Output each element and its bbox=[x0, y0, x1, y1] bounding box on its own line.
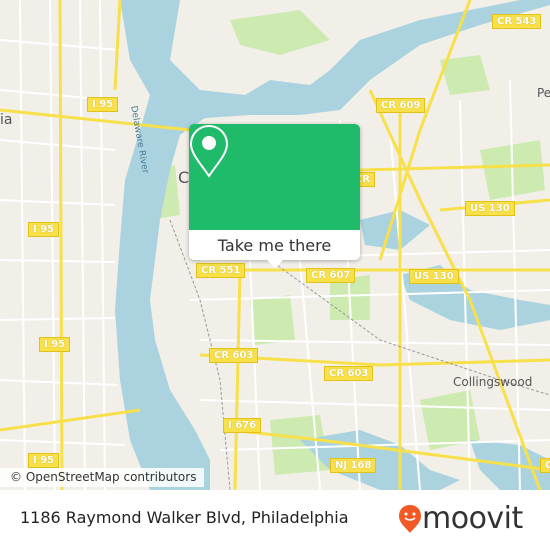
road-shield-us130: US 130 bbox=[409, 269, 459, 284]
road-shield-us130: US 130 bbox=[465, 201, 515, 216]
footer: 1186 Raymond Walker Blvd, Philadelphia m… bbox=[0, 490, 550, 550]
road-shield-cr551: CR 551 bbox=[196, 263, 246, 278]
take-me-there-button[interactable]: Take me there bbox=[189, 230, 360, 260]
popup-header bbox=[189, 124, 360, 230]
road-shield-i95: I 95 bbox=[87, 97, 119, 112]
place-camden: C bbox=[178, 168, 190, 187]
road-shield-cr607: CR 607 bbox=[306, 268, 356, 283]
place-partial: Pe bbox=[537, 86, 550, 100]
road-shield-i95: I 95 bbox=[28, 222, 60, 237]
map-attribution: © OpenStreetMap contributors bbox=[0, 468, 205, 487]
place-philadelphia: ia bbox=[0, 112, 13, 128]
road-shield-i95: I 95 bbox=[28, 453, 60, 468]
road-shield-i95: I 95 bbox=[39, 337, 71, 352]
location-pin-icon bbox=[189, 124, 229, 178]
map[interactable]: I 95 I 95 I 95 I 95 CR 543 CR 609 US 130… bbox=[0, 0, 550, 490]
popup-tail bbox=[267, 260, 283, 268]
moovit-logo[interactable]: moovit bbox=[398, 502, 523, 536]
place-collingswood: Collingswood bbox=[453, 375, 533, 389]
moovit-pin-icon bbox=[399, 505, 421, 533]
road-shield-i676: I 676 bbox=[223, 418, 262, 433]
road-shield-cr603: CR 603 bbox=[209, 348, 259, 363]
location-popup: Take me there bbox=[189, 124, 360, 268]
road-shield-cr543: CR 543 bbox=[492, 14, 542, 29]
road-shield-cr603: CR 603 bbox=[324, 366, 374, 381]
road-shield-nj168: NJ 168 bbox=[330, 458, 377, 473]
road-shield-partial: C bbox=[540, 458, 550, 473]
address-text: 1186 Raymond Walker Blvd, Philadelphia bbox=[20, 508, 349, 527]
moovit-logo-text: moovit bbox=[422, 501, 523, 536]
road-shield-cr609: CR 609 bbox=[376, 98, 426, 113]
